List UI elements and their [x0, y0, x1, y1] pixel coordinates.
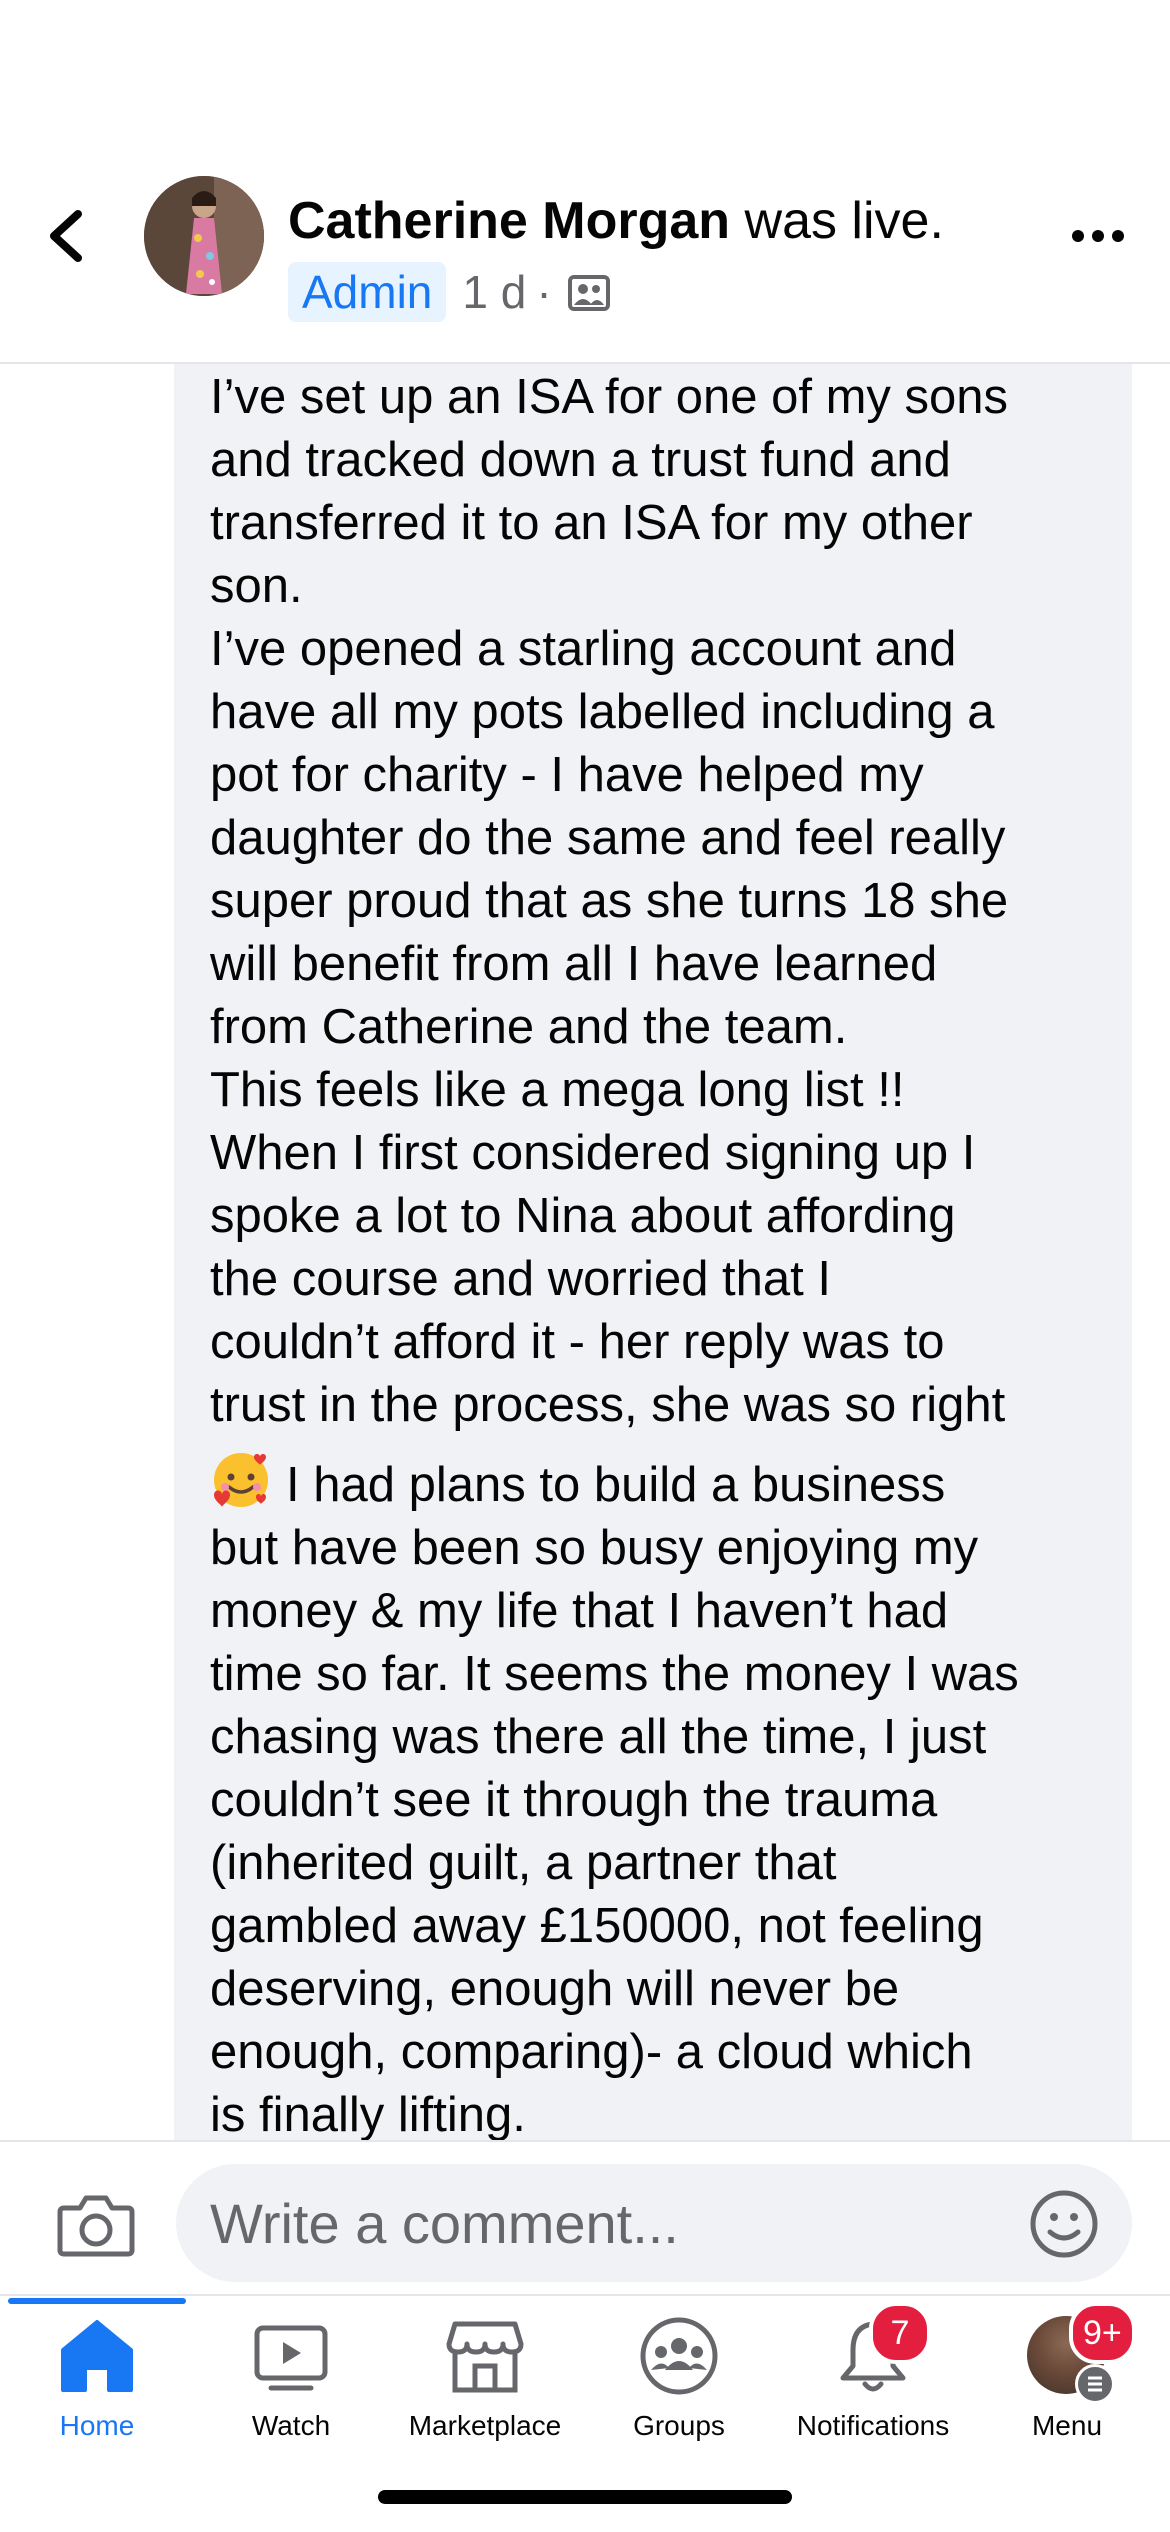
tab-label: Watch — [251, 2410, 331, 2441]
video-play-icon — [249, 2314, 333, 2398]
chevron-left-icon — [50, 210, 82, 262]
post-header: Catherine Morgan was live. Admin 1 d · — [0, 0, 1170, 364]
comment-line: I had plans to build a business — [286, 1458, 946, 1512]
comment-area[interactable]: I’ve set up an ISA for one of my sons an… — [0, 364, 1170, 2140]
menu-lines-icon — [1075, 2364, 1115, 2404]
avatar-photo — [144, 176, 264, 296]
admin-badge: Admin — [288, 262, 447, 322]
comment-line: couldn’t afford it - her reply was to — [210, 1315, 945, 1369]
tab-label: Groups — [633, 2410, 725, 2441]
comment-line: son. — [210, 559, 303, 613]
author-line: Catherine Morgan was live. — [288, 190, 944, 252]
more-dots-icon — [1072, 230, 1124, 242]
comment-line: and tracked down a trust fund and — [210, 433, 951, 487]
tab-label: Marketplace — [408, 2410, 562, 2441]
camera-icon — [57, 2195, 135, 2257]
comment-input[interactable]: Write a comment... — [176, 2164, 1132, 2282]
meta-separator: · — [536, 266, 552, 318]
comment-line: money & my life that I haven’t had — [210, 1584, 949, 1638]
comment-line: transferred it to an ISA for my other — [210, 496, 973, 550]
author-action: was live. — [744, 192, 944, 250]
back-button[interactable] — [40, 200, 100, 272]
comment-line-with-emoji: I had plans to build a business — [210, 1449, 1110, 1517]
comment-composer: Write a comment... — [0, 2140, 1170, 2296]
marketplace-shop-icon — [443, 2314, 527, 2398]
more-options-button[interactable] — [1068, 216, 1128, 256]
group-privacy-icon — [567, 275, 610, 311]
notifications-badge: 7 — [869, 2302, 931, 2364]
tab-notifications[interactable]: 7 Notifications — [776, 2302, 970, 2454]
home-indicator[interactable] — [378, 2490, 792, 2504]
tab-label: Menu — [1031, 2410, 1103, 2441]
comment-line: couldn’t see it through the trauma — [210, 1773, 938, 1827]
camera-button[interactable] — [56, 2190, 136, 2258]
author-name[interactable]: Catherine Morgan — [288, 192, 730, 250]
comment-line: enough, comparing)- a cloud which — [210, 2025, 973, 2079]
tab-watch[interactable]: Watch — [194, 2314, 388, 2454]
comment-line: trust in the process, she was so right — [210, 1378, 1006, 1432]
comment-line: super proud that as she turns 18 she — [210, 874, 1009, 928]
tab-label: Home — [59, 2410, 135, 2441]
home-icon — [55, 2314, 139, 2398]
comment-line: have all my pots labelled including a — [210, 685, 995, 739]
tab-menu[interactable]: 9+ Menu — [970, 2302, 1164, 2454]
emoji-button[interactable] — [1028, 2188, 1100, 2260]
profile-menu-icon: 9+ — [1025, 2302, 1136, 2404]
comment-line: I’ve opened a starling account and — [210, 622, 957, 676]
comment-line: the course and worried that I — [210, 1252, 832, 1306]
smiling-face-with-hearts-icon — [214, 1453, 268, 1507]
comment-bubble: I’ve set up an ISA for one of my sons an… — [174, 364, 1132, 2140]
post-comment-screen: Catherine Morgan was live. Admin 1 d · I… — [0, 0, 1170, 2532]
post-meta: Admin 1 d · — [288, 262, 612, 322]
comment-line: gambled away £150000, not feeling — [210, 1899, 984, 1953]
smiley-icon — [1030, 2190, 1098, 2258]
comment-line: time so far. It seems the money I was — [210, 1647, 1019, 1701]
comment-line: but have been so busy enjoying my — [210, 1521, 979, 1575]
comment-line: chasing was there all the time, I just — [210, 1710, 987, 1764]
comment-line: When I first considered signing up I — [210, 1126, 976, 1180]
post-timestamp[interactable]: 1 d — [462, 265, 526, 319]
comment-line: is finally lifting. — [210, 2088, 526, 2140]
tab-groups[interactable]: Groups — [582, 2314, 776, 2454]
comment-line: spoke a lot to Nina about affording — [210, 1189, 956, 1243]
menu-badge: 9+ — [1069, 2302, 1136, 2364]
comment-line: from Catherine and the team. — [210, 1000, 848, 1054]
tab-marketplace[interactable]: Marketplace — [388, 2314, 582, 2454]
comment-text: I’ve set up an ISA for one of my sons an… — [210, 366, 1110, 2140]
comment-line: daughter do the same and feel really — [210, 811, 1006, 865]
tab-home[interactable]: Home — [0, 2314, 194, 2454]
comment-line: pot for charity - I have helped my — [210, 748, 924, 802]
comment-line: (inherited guilt, a partner that — [210, 1836, 837, 1890]
comment-line: deserving, enough will never be — [210, 1962, 900, 2016]
active-tab-indicator — [8, 2298, 186, 2304]
comment-line: I’ve set up an ISA for one of my sons — [210, 370, 1009, 424]
bell-icon: 7 — [831, 2302, 931, 2398]
comment-line: will benefit from all I have learned — [210, 937, 938, 991]
comment-line: This feels like a mega long list !! — [210, 1063, 905, 1117]
comment-placeholder: Write a comment... — [210, 2192, 679, 2255]
tab-label: Notifications — [796, 2410, 950, 2441]
groups-icon — [637, 2314, 721, 2398]
author-avatar[interactable] — [144, 176, 264, 296]
